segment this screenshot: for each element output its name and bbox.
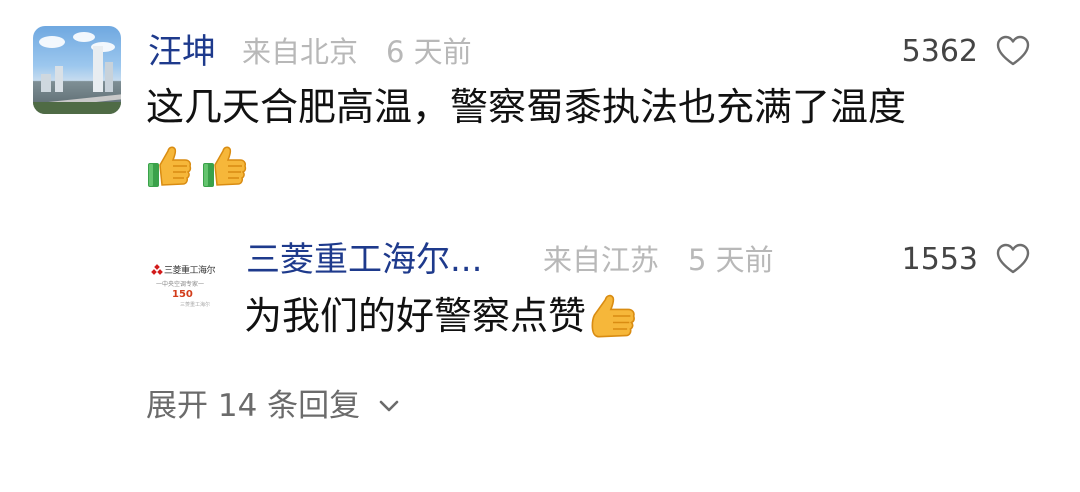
heart-outline-icon bbox=[996, 243, 1030, 274]
comment-username[interactable]: 汪坤 bbox=[148, 32, 216, 72]
reply-location: 来自江苏 bbox=[543, 243, 660, 277]
expand-replies-label: 展开 14 条回复 bbox=[146, 388, 361, 424]
comment-time: 6 天前 bbox=[386, 35, 472, 69]
reply-avatar[interactable]: 三菱重工海尔 一中央空调专家一 150 三菱重工海尔 bbox=[146, 238, 222, 314]
comment-emoji-row bbox=[146, 143, 247, 189]
expand-replies-button[interactable]: 展开 14 条回复 bbox=[146, 386, 400, 426]
reply-text: 为我们的好警察点赞 bbox=[244, 293, 638, 341]
reply-username[interactable]: 三菱重工海尔... bbox=[246, 240, 482, 280]
comment-like-count: 5362 bbox=[901, 34, 978, 69]
reply-time: 5 天前 bbox=[688, 243, 774, 277]
brand-small-text: 三菱重工海尔 bbox=[180, 302, 211, 308]
thumbs-up-emoji bbox=[591, 294, 635, 337]
reply-text-content: 为我们的好警察点赞 bbox=[244, 294, 587, 338]
brand-tagline: 一中央空调专家一 bbox=[156, 281, 205, 288]
thumbs-up-emoji bbox=[148, 146, 192, 187]
brand-logo-icon bbox=[151, 264, 163, 275]
comment-like-button[interactable] bbox=[996, 35, 1030, 71]
thumbs-up-emoji bbox=[203, 146, 247, 187]
avatar[interactable] bbox=[33, 26, 121, 114]
chevron-down-icon bbox=[379, 400, 399, 412]
reply-like-count: 1553 bbox=[901, 242, 978, 277]
reply-like-button[interactable] bbox=[996, 243, 1030, 279]
brand-logo-text: 三菱重工海尔 bbox=[164, 266, 216, 276]
brand-badge: 150 bbox=[172, 289, 193, 300]
heart-outline-icon bbox=[996, 35, 1030, 66]
comment-text: 这几天合肥高温，警察蜀黍执法也充满了温度 bbox=[146, 85, 907, 129]
comment-location: 来自北京 bbox=[242, 35, 359, 69]
